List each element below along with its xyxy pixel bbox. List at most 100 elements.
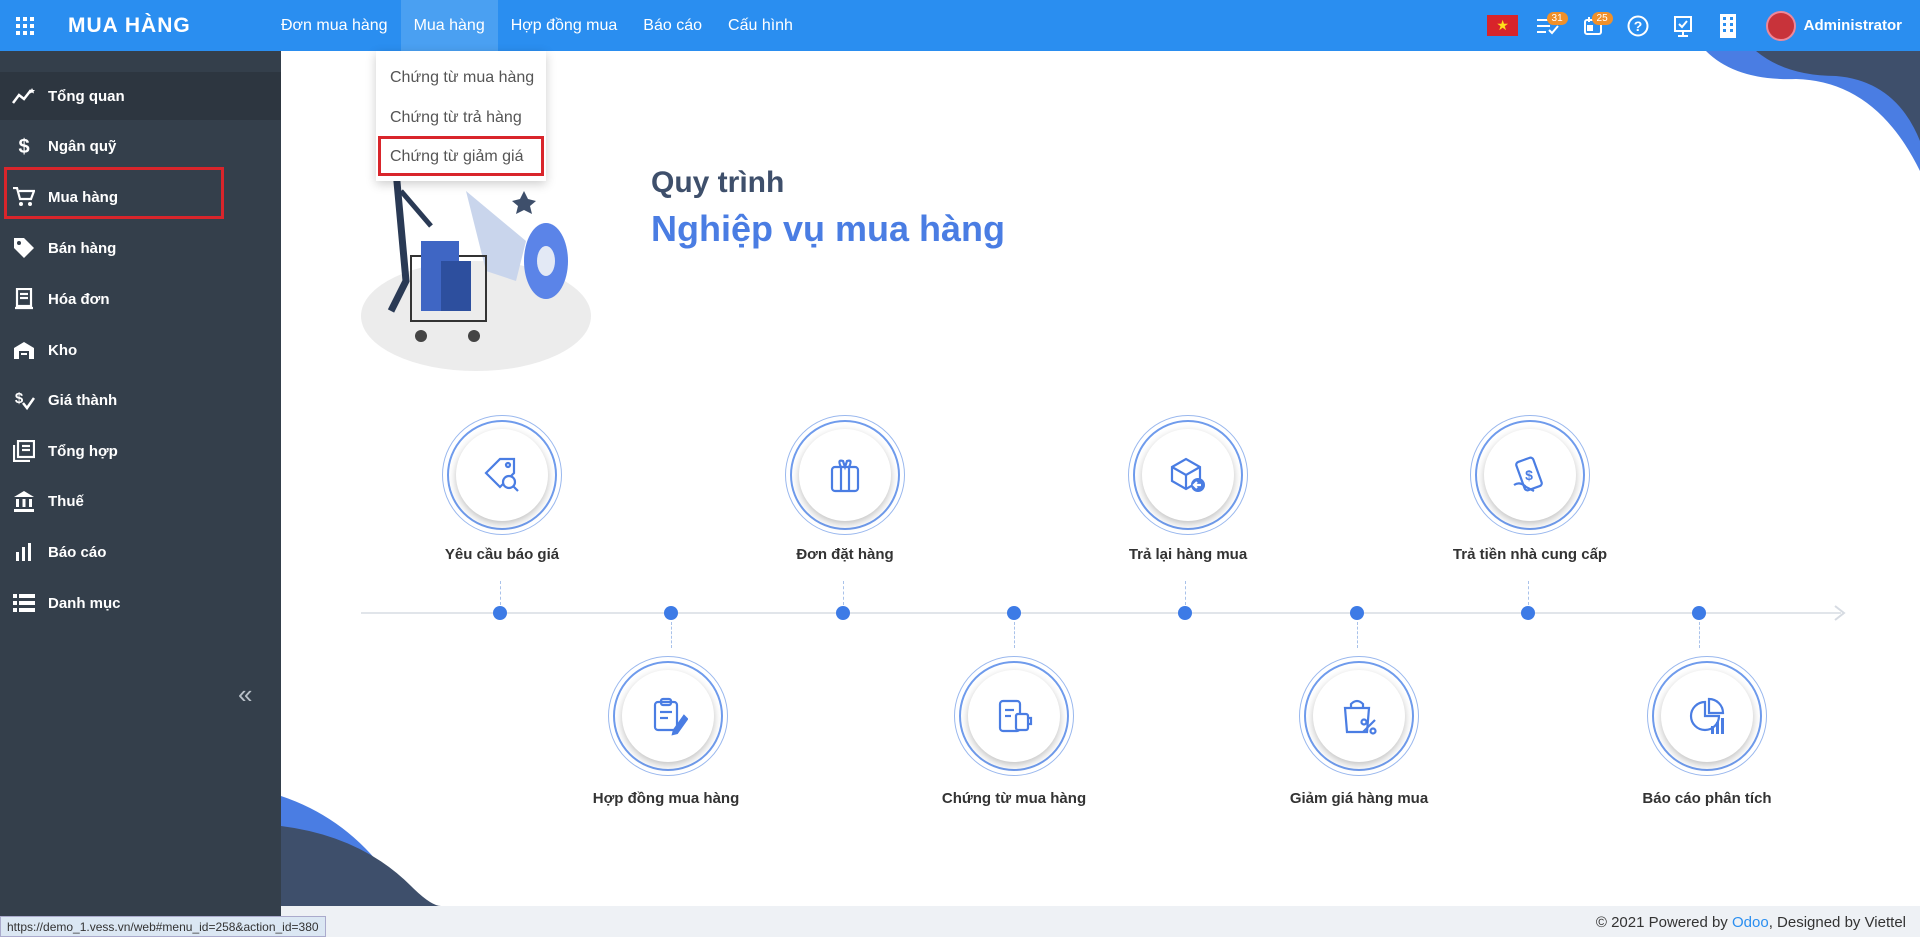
user-name: Administrator (1803, 17, 1902, 34)
odoo-link[interactable]: Odoo (1732, 914, 1769, 931)
timeline-dot (1007, 606, 1021, 620)
sidebar-item-kho[interactable]: Kho (0, 326, 281, 374)
page-title-line1: Quy trình (651, 166, 785, 199)
step-label: Giảm giá hàng mua (1289, 790, 1429, 807)
menu-item-chung-tu-tra-hang[interactable]: Chứng từ trả hàng (376, 100, 546, 136)
timeline-dot (1178, 606, 1192, 620)
apps-grid-icon[interactable] (0, 0, 50, 51)
svg-text:$: $ (1525, 467, 1533, 483)
step-label: Báo cáo phân tích (1642, 790, 1772, 807)
step-label: Yêu cầu báo giá (444, 546, 560, 563)
mua-hang-dropdown: Chứng từ mua hàng Chứng từ trả hàng Chứn… (376, 51, 546, 181)
shopping-bag-discount-icon (1313, 670, 1405, 762)
topmenu-cau-hinh[interactable]: Cấu hình (715, 0, 806, 51)
sidebar-item-hoa-don[interactable]: Hóa đơn (0, 275, 281, 323)
activities-badge: 25 (1591, 12, 1613, 25)
avatar (1765, 10, 1796, 41)
step-label: Trả tiền nhà cung cấp (1452, 546, 1608, 563)
timeline-dot (493, 606, 507, 620)
user-menu[interactable]: Administrator (1765, 10, 1902, 41)
box-return-icon (1142, 429, 1234, 521)
highlight-box-menu (378, 136, 544, 176)
svg-text:$: $ (18, 136, 29, 157)
timeline-arrow-icon (1834, 605, 1846, 621)
step-label: Trả lại hàng mua (1128, 546, 1248, 563)
highlight-box-sidebar (4, 167, 224, 219)
svg-text:$: $ (15, 390, 24, 407)
step-label: Chứng từ mua hàng (941, 790, 1087, 807)
sidebar-item-danh-muc[interactable]: Danh mục (0, 579, 281, 627)
timeline-dot (836, 606, 850, 620)
topbar-right: ★ 31 25 ? Administrator (1478, 0, 1920, 51)
status-url: https://demo_1.vess.vn/web#menu_id=258&a… (0, 916, 326, 937)
step-label: Hợp đồng mua hàng (592, 790, 740, 807)
timeline-dot (664, 606, 678, 620)
timeline-connector (843, 581, 844, 605)
step-label: Đơn đặt hàng (796, 546, 894, 563)
payment-card-icon: $ (1484, 429, 1576, 521)
step-tra-lai-hang-mua[interactable] (1128, 415, 1248, 535)
timeline-connector (500, 581, 501, 605)
decorative-wave-bottom (281, 796, 441, 906)
top-menu: Đơn mua hàng Mua hàng Hợp đồng mua Báo c… (268, 0, 806, 51)
footer-text: © 2021 Powered by Odoo, Designed by Viet… (1595, 914, 1906, 931)
invoice-icon (0, 288, 48, 310)
help-icon[interactable]: ? (1618, 0, 1658, 51)
step-giam-gia-hang-mua[interactable] (1299, 656, 1419, 776)
sidebar-item-ban-hang[interactable]: Bán hàng (0, 224, 281, 272)
timeline-dot (1692, 606, 1706, 620)
warehouse-icon (0, 340, 48, 360)
collapse-sidebar-icon[interactable]: « (238, 679, 252, 710)
decorative-wave-top (1706, 51, 1920, 171)
sidebar-item-thue[interactable]: Thuế (0, 477, 281, 525)
step-don-dat-hang[interactable] (785, 415, 905, 535)
bar-chart-icon (0, 542, 48, 562)
svg-text:?: ? (1633, 18, 1642, 34)
timeline-connector (1528, 581, 1529, 605)
sidebar-item-tong-hop[interactable]: Tổng hợp (0, 427, 281, 475)
topmenu-hop-dong-mua[interactable]: Hợp đồng mua (498, 0, 631, 51)
topmenu-mua-hang[interactable]: Mua hàng (400, 0, 498, 51)
timeline-connector (671, 622, 672, 648)
page-title-line2: Nghiệp vụ mua hàng (651, 208, 1006, 249)
step-yeu-cau-bao-gia[interactable] (442, 415, 562, 535)
messages-icon[interactable]: 31 (1528, 0, 1568, 51)
step-hop-dong-mua-hang[interactable] (608, 656, 728, 776)
calendar-icon[interactable]: 25 (1573, 0, 1613, 51)
pie-chart-analysis-icon (1661, 670, 1753, 762)
step-tra-tien-ncc[interactable]: $ (1470, 415, 1590, 535)
sidebar-item-bao-cao[interactable]: Báo cáo (0, 528, 281, 576)
summary-icon (0, 440, 48, 462)
timeline-dot (1521, 606, 1535, 620)
timeline-connector (1014, 622, 1015, 648)
step-chung-tu-mua-hang[interactable] (954, 656, 1074, 776)
price-tag-search-icon (456, 429, 548, 521)
bank-icon (0, 490, 48, 512)
tag-icon (0, 237, 48, 259)
top-navbar: MUA HÀNG Đơn mua hàng Mua hàng Hợp đồng … (0, 0, 1920, 51)
menu-item-chung-tu-mua-hang[interactable]: Chứng từ mua hàng (376, 60, 546, 96)
trend-chart-icon (0, 87, 48, 105)
timeline-line (361, 612, 1841, 614)
footer: © 2021 Powered by Odoo, Designed by Viet… (281, 906, 1920, 937)
step-bao-cao-phan-tich[interactable] (1647, 656, 1767, 776)
topmenu-bao-cao[interactable]: Báo cáo (630, 0, 715, 51)
timeline-dot (1350, 606, 1364, 620)
sidebar-item-ngan-quy[interactable]: $ Ngân quỹ (0, 122, 281, 170)
timeline-connector (1185, 581, 1186, 605)
timeline-connector (1357, 622, 1358, 648)
list-icon (0, 594, 48, 612)
language-flag-icon[interactable]: ★ (1483, 0, 1523, 51)
sidebar: Tổng quan $ Ngân quỹ Mua hàng Bán hàng H… (0, 51, 281, 937)
contract-edit-icon (622, 670, 714, 762)
gift-box-icon (799, 429, 891, 521)
company-building-icon[interactable] (1708, 0, 1748, 51)
timeline-connector (1699, 622, 1700, 648)
checklist-board-icon[interactable] (1663, 0, 1703, 51)
cost-icon: $ (0, 389, 48, 411)
sidebar-item-tong-quan[interactable]: Tổng quan (0, 72, 281, 120)
dollar-icon: $ (0, 135, 48, 157)
sidebar-item-gia-thanh[interactable]: $ Giá thành (0, 376, 281, 424)
document-mug-icon (968, 670, 1060, 762)
topmenu-don-mua-hang[interactable]: Đơn mua hàng (268, 0, 401, 51)
